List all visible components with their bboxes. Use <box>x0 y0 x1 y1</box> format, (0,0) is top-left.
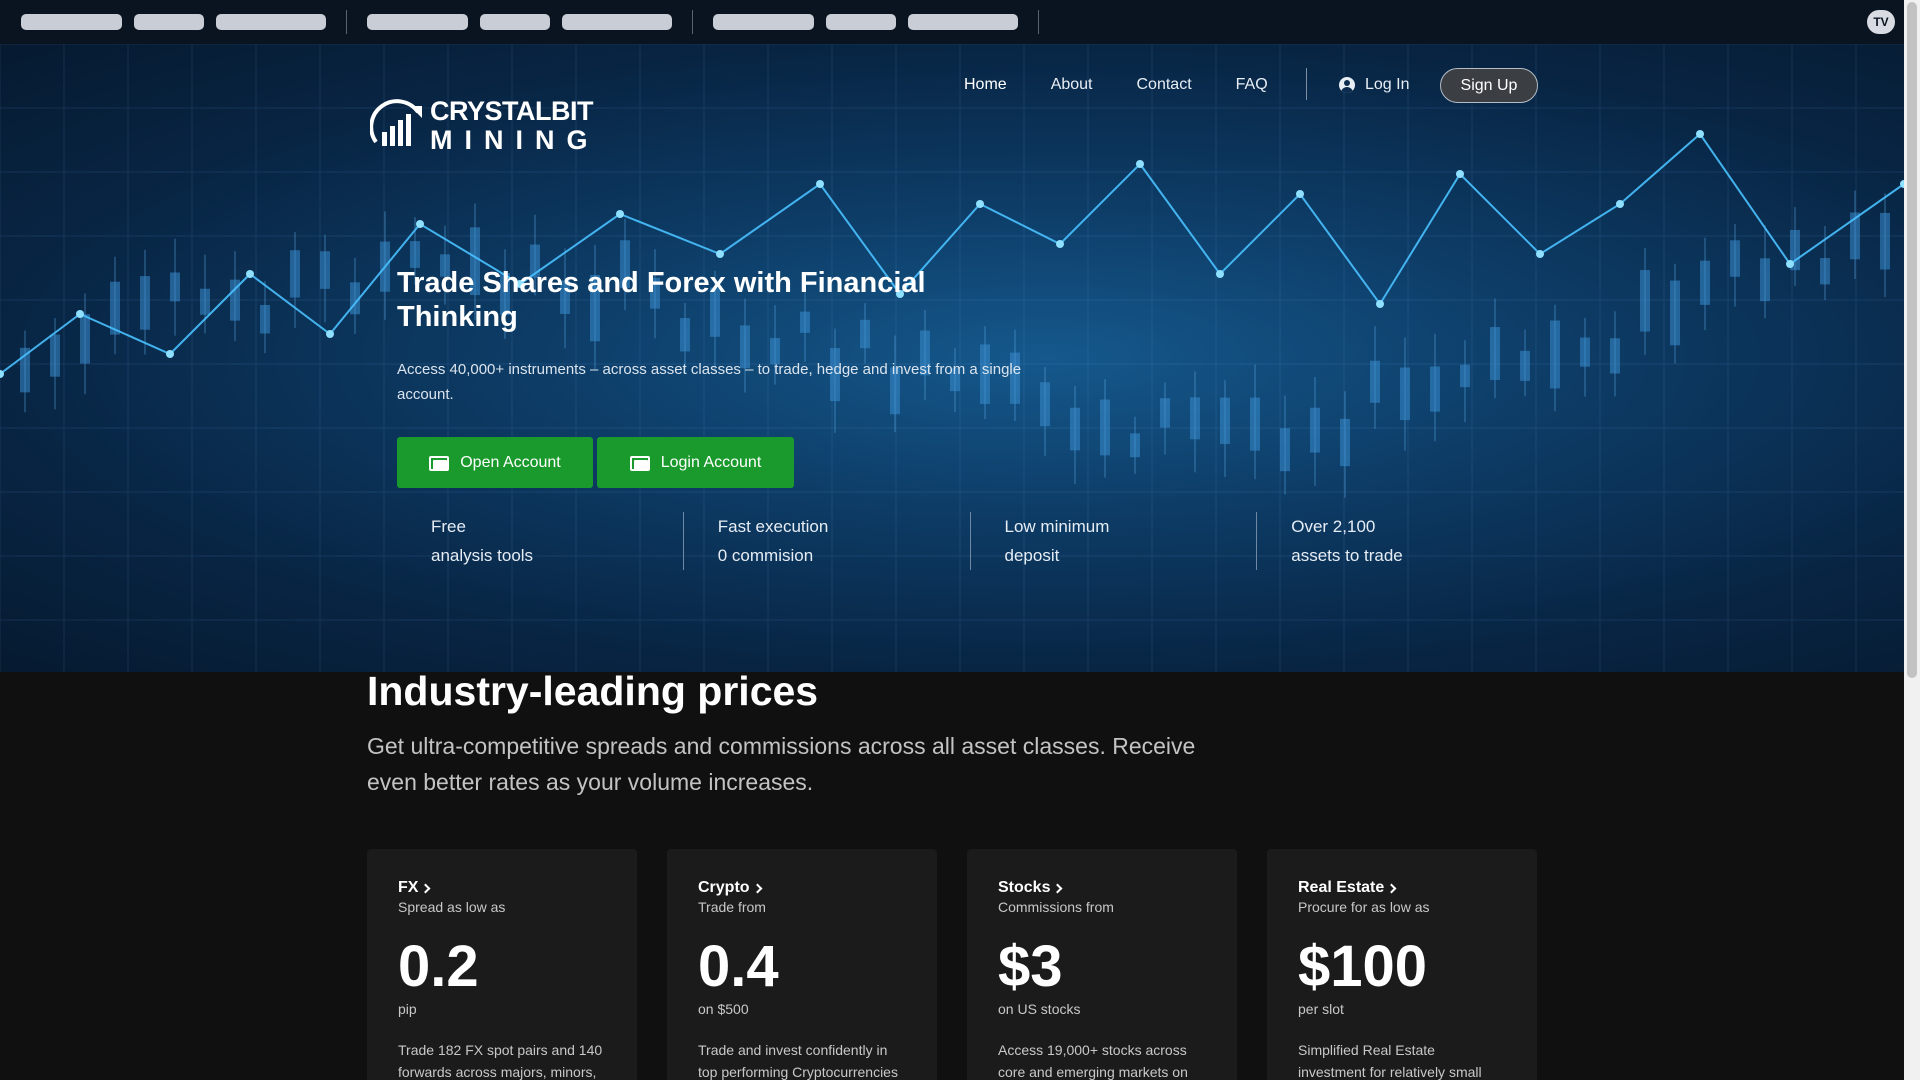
feature-list: Free analysis tools Fast execution 0 com… <box>397 512 1543 570</box>
ticker-item[interactable] <box>21 14 122 30</box>
ticker-divider <box>346 10 347 34</box>
card-category: Crypto <box>698 879 750 896</box>
card-unit: on US stocks <box>998 1001 1081 1017</box>
account-icon <box>629 455 650 471</box>
hero-subtitle: Access 40,000+ instruments – across asse… <box>397 361 1022 403</box>
nav-home[interactable]: Home <box>964 76 1007 94</box>
main-nav: Home About Contact FAQ <box>964 76 1312 94</box>
card-description: Trade and invest confidently in top perf… <box>698 1042 898 1080</box>
feature-item: Free analysis tools <box>397 512 683 570</box>
feature-line: Over 2,100 <box>1291 517 1376 536</box>
open-account-button[interactable]: Open Account <box>397 437 593 488</box>
nav-faq[interactable]: FAQ <box>1236 76 1268 94</box>
chevron-right-icon <box>1386 883 1397 893</box>
card-value: $3 <box>998 934 1063 999</box>
page-scrollbar[interactable] <box>1904 0 1920 1080</box>
feature-line: Low minimum <box>1004 517 1110 536</box>
feature-item: Low minimum deposit <box>969 512 1257 570</box>
prices-title: Industry-leading prices <box>367 668 819 714</box>
login-account-label: Login Account <box>660 453 762 471</box>
card-description: Simplified Real Estate investment for re… <box>1298 1042 1482 1080</box>
tradingview-logo-icon[interactable]: TV <box>1867 10 1895 34</box>
ticker-divider <box>1038 10 1039 34</box>
feature-line: 0 commision <box>717 546 814 565</box>
ticker-divider <box>692 10 693 34</box>
prices-subtitle: Get ultra-competitive spreads and commis… <box>367 733 1196 795</box>
card-caption: Procure for as low as <box>1298 899 1430 915</box>
card-description: Trade 182 FX spot pairs and 140 forwards… <box>398 1042 603 1080</box>
card-category: FX <box>398 879 419 896</box>
feature-line: assets to trade <box>1291 546 1403 565</box>
card-unit: per slot <box>1298 1001 1344 1017</box>
card-category-link[interactable]: Crypto <box>698 879 906 897</box>
logo-chart-icon <box>370 99 422 146</box>
ticker-item[interactable] <box>562 14 672 30</box>
card-unit: on $500 <box>698 1001 749 1017</box>
card-value: 0.2 <box>398 934 479 999</box>
card-caption: Commissions from <box>998 899 1114 915</box>
ticker-item[interactable] <box>713 14 814 30</box>
chevron-right-icon <box>1053 883 1063 893</box>
card-category-link[interactable]: Stocks <box>998 879 1206 897</box>
login-account-button[interactable]: Login Account <box>597 437 794 488</box>
feature-line: Fast execution <box>717 517 829 536</box>
brand-logo[interactable]: CRYSTALBIT MINING <box>370 98 600 154</box>
price-card-crypto[interactable]: Crypto Trade from 0.4 on $500 Trade and … <box>667 849 937 1080</box>
price-card-fx[interactable]: FX Spread as low as 0.2 pip Trade 182 FX… <box>367 849 637 1080</box>
ticker-bar: TV <box>0 0 1904 44</box>
nav-contact[interactable]: Contact <box>1137 76 1192 94</box>
feature-line: deposit <box>1004 546 1060 565</box>
open-account-label: Open Account <box>460 453 561 471</box>
hero-title: Trade Shares and Forex with Financial Th… <box>397 267 926 333</box>
nav-divider <box>1306 68 1307 100</box>
ticker-item[interactable] <box>826 14 896 30</box>
ticker-item[interactable] <box>216 14 326 30</box>
card-value: 0.4 <box>698 934 779 999</box>
chevron-right-icon <box>752 883 763 893</box>
card-category-link[interactable]: FX <box>398 879 606 897</box>
ticker-item[interactable] <box>134 14 204 30</box>
ticker-item[interactable] <box>908 14 1018 30</box>
chevron-right-icon <box>421 883 431 893</box>
feature-item: Over 2,100 assets to trade <box>1256 512 1543 570</box>
ticker-item[interactable] <box>367 14 468 30</box>
hero-section: CRYSTALBIT MINING Home About Contact FAQ… <box>0 44 1904 672</box>
login-link[interactable]: Log In <box>1339 76 1409 94</box>
logo-text-line2: MINING <box>430 125 600 155</box>
ticker-item[interactable] <box>480 14 550 30</box>
card-category: Stocks <box>998 879 1051 896</box>
card-category: Real Estate <box>1298 879 1385 896</box>
signup-button[interactable]: Sign Up <box>1440 68 1538 103</box>
user-circle-icon <box>1339 77 1355 93</box>
logo-text-line1: CRYSTALBIT <box>430 96 593 126</box>
card-caption: Trade from <box>698 899 766 915</box>
card-category-link[interactable]: Real Estate <box>1298 879 1506 897</box>
account-icon <box>429 455 450 471</box>
card-unit: pip <box>398 1001 417 1017</box>
feature-line: analysis tools <box>431 546 534 565</box>
price-card-stocks[interactable]: Stocks Commissions from $3 on US stocks … <box>967 849 1237 1080</box>
card-value: $100 <box>1298 934 1428 999</box>
feature-line: Free <box>431 517 466 536</box>
card-description: Access 19,000+ stocks across core and em… <box>998 1042 1188 1080</box>
scrollbar-thumb[interactable] <box>1907 2 1917 678</box>
price-card-real-estate[interactable]: Real Estate Procure for as low as $100 p… <box>1267 849 1537 1080</box>
nav-about[interactable]: About <box>1051 76 1093 94</box>
card-caption: Spread as low as <box>398 899 506 915</box>
feature-item: Fast execution 0 commision <box>682 512 970 570</box>
login-label: Log In <box>1365 76 1410 93</box>
